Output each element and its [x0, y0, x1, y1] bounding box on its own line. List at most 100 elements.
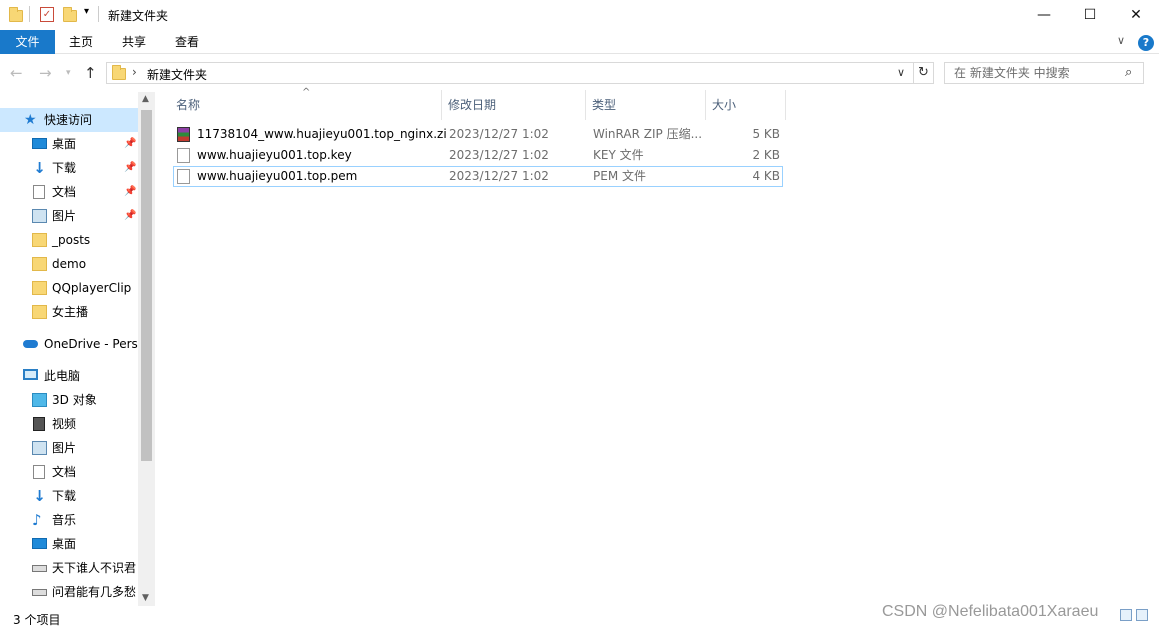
column-header-name[interactable]: 名称 — [170, 90, 442, 120]
sidebar-item-3d-objects[interactable]: 3D 对象 — [0, 388, 138, 412]
sidebar-item-pictures[interactable]: 图片 📌 — [0, 204, 138, 228]
tab-share[interactable]: 共享 — [115, 30, 153, 54]
sidebar-item-female-host[interactable]: 女主播 — [0, 300, 138, 324]
pin-icon[interactable]: 📌 — [124, 156, 136, 180]
folder-icon — [32, 257, 47, 271]
sidebar-item-label: 此电脑 — [44, 369, 81, 383]
pictures-icon — [32, 209, 47, 223]
sidebar-item-label: _posts — [52, 233, 91, 247]
search-input[interactable] — [945, 63, 1121, 83]
onedrive-icon — [23, 340, 38, 348]
folder-icon — [32, 281, 47, 295]
recent-locations-icon[interactable]: ▾ — [66, 68, 71, 78]
sidebar-item-pc-desktop[interactable]: 桌面 — [0, 532, 138, 556]
search-box[interactable]: ⌕ — [944, 62, 1144, 84]
folder-icon[interactable] — [9, 7, 23, 22]
table-row[interactable]: 11738104_www.huajieyu001.top_nginx.zip 2… — [173, 124, 783, 145]
scroll-down-icon[interactable]: ▼ — [142, 593, 149, 603]
column-header-type[interactable]: 类型 — [586, 90, 706, 120]
table-row[interactable]: www.huajieyu001.top.pem 2023/12/27 1:02 … — [173, 166, 783, 187]
sidebar-item-drive-1[interactable]: 天下谁人不识君 — [0, 556, 138, 580]
properties-icon[interactable]: ✓ — [40, 7, 54, 22]
file-size: 2 KB — [752, 148, 780, 162]
sidebar-item-pc-downloads[interactable]: ↓ 下载 — [0, 484, 138, 508]
address-dropdown-icon[interactable]: ∨ — [897, 66, 905, 79]
item-count: 3 个项目 — [13, 613, 61, 627]
sidebar-item-label: QQplayerClip — [52, 281, 132, 295]
large-icons-view-icon[interactable] — [1136, 609, 1148, 621]
sidebar-item-label: 女主播 — [52, 305, 89, 319]
chevron-down-icon[interactable]: ▾ — [84, 6, 89, 17]
star-icon: ★ — [24, 112, 37, 128]
up-arrow-icon[interactable]: ↑ — [84, 64, 97, 82]
sidebar-item-pc-pictures[interactable]: 图片 — [0, 436, 138, 460]
sidebar-item-label: 天下谁人不识君 — [52, 561, 137, 575]
sidebar-item-label: 下载 — [52, 161, 77, 175]
close-button[interactable]: ✕ — [1113, 0, 1159, 30]
sidebar-item-this-pc[interactable]: 此电脑 — [0, 364, 138, 388]
refresh-button[interactable]: ↻ — [914, 62, 934, 84]
folder-icon — [32, 233, 47, 247]
sidebar-item-label: 桌面 — [52, 537, 77, 551]
help-icon[interactable]: ? — [1138, 35, 1154, 51]
address-bar[interactable]: › 新建文件夹 — [106, 62, 914, 84]
sidebar-item-onedrive[interactable]: OneDrive - Personal — [0, 332, 138, 356]
file-icon — [177, 148, 190, 163]
sidebar-item-label: 桌面 — [52, 137, 77, 151]
scroll-up-icon[interactable]: ▲ — [142, 94, 149, 104]
sidebar-item-downloads[interactable]: ↓ 下载 📌 — [0, 156, 138, 180]
sidebar-item-label: 文档 — [52, 185, 77, 199]
breadcrumb[interactable]: 新建文件夹 — [147, 66, 207, 83]
forward-arrow-icon[interactable]: → — [39, 64, 52, 82]
sidebar-item-label: OneDrive - Personal — [44, 337, 138, 351]
sidebar-item-label: 3D 对象 — [52, 393, 97, 407]
sidebar-item-qqplayerclip[interactable]: QQplayerClip — [0, 276, 138, 300]
navigation-pane: ★ 快速访问 桌面 📌 ↓ 下载 📌 文档 📌 图片 📌 _posts demo… — [0, 92, 155, 606]
column-header-size[interactable]: 大小 — [706, 90, 786, 120]
file-date: 2023/12/27 1:02 — [449, 148, 549, 162]
sidebar-item-demo[interactable]: demo — [0, 252, 138, 276]
sidebar-item-drive-2[interactable]: 问君能有几多愁 — [0, 580, 138, 604]
new-folder-icon[interactable] — [63, 7, 77, 22]
folder-icon — [112, 65, 126, 80]
sidebar-item-label: 音乐 — [52, 513, 77, 527]
sidebar-item-music[interactable]: ♪ 音乐 — [0, 508, 138, 532]
window-title: 新建文件夹 — [108, 9, 169, 23]
file-icon — [177, 169, 190, 184]
zip-icon — [177, 127, 190, 142]
maximize-button[interactable]: ☐ — [1067, 0, 1113, 30]
computer-icon — [23, 369, 38, 380]
desktop-icon — [32, 538, 47, 549]
scrollbar-thumb[interactable] — [141, 110, 152, 461]
sidebar-item-desktop[interactable]: 桌面 📌 — [0, 132, 138, 156]
sidebar-item-quick-access[interactable]: ★ 快速访问 — [0, 108, 138, 132]
expand-ribbon-icon[interactable]: ∨ — [1117, 34, 1125, 47]
minimize-button[interactable]: — — [1021, 0, 1067, 30]
details-view-icon[interactable] — [1120, 609, 1132, 621]
drive-icon — [32, 565, 47, 572]
sidebar-item-label: 文档 — [52, 465, 77, 479]
separator — [98, 6, 99, 22]
sidebar-item-videos[interactable]: 视频 — [0, 412, 138, 436]
search-icon[interactable]: ⌕ — [1125, 65, 1132, 80]
file-size: 5 KB — [752, 127, 780, 141]
video-icon — [33, 417, 45, 431]
back-arrow-icon[interactable]: ← — [10, 64, 23, 82]
tab-file[interactable]: 文件 — [0, 30, 55, 54]
drive-icon — [32, 589, 47, 596]
sidebar-item-documents[interactable]: 文档 📌 — [0, 180, 138, 204]
breadcrumb-separator-icon[interactable]: › — [132, 65, 137, 79]
table-row[interactable]: www.huajieyu001.top.key 2023/12/27 1:02 … — [173, 145, 783, 166]
tab-view[interactable]: 查看 — [168, 30, 206, 54]
column-header-date[interactable]: 修改日期 — [442, 90, 586, 120]
sidebar-item-posts[interactable]: _posts — [0, 228, 138, 252]
3d-objects-icon — [32, 393, 47, 407]
pin-icon[interactable]: 📌 — [124, 204, 136, 228]
pin-icon[interactable]: 📌 — [124, 180, 136, 204]
sidebar-item-label: 图片 — [52, 209, 77, 223]
document-icon — [33, 185, 45, 199]
tab-home[interactable]: 主页 — [62, 30, 100, 54]
pin-icon[interactable]: 📌 — [124, 132, 136, 156]
sidebar-item-pc-documents[interactable]: 文档 — [0, 460, 138, 484]
file-type: KEY 文件 — [593, 148, 644, 162]
